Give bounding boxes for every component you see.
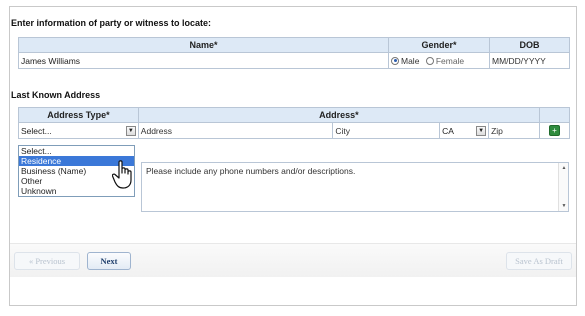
scroll-up-icon[interactable]: ▲ [559,163,569,173]
state-value: CA [442,125,454,136]
state-select[interactable]: CA ▼ [439,122,490,139]
textarea-scrollbar[interactable]: ▲ ▼ [558,163,568,211]
address-table: Address Type* Address* Select... ▼ Addre… [18,107,571,139]
address-type-value: Select... [21,125,52,136]
save-draft-button[interactable]: Save As Draft [506,252,572,270]
dob-field[interactable]: MM/DD/YYYY [489,52,570,69]
zip-field[interactable]: Zip [488,122,540,139]
address-type-select[interactable]: Select... ▼ [18,122,139,139]
gender-female-radio[interactable] [425,56,434,65]
address-type-header: Address Type* [18,107,139,123]
description-textarea[interactable]: Please include any phone numbers and/or … [141,162,569,212]
party-table: Name* Gender* DOB James Williams Male Fe… [18,37,570,69]
chevron-down-icon[interactable]: ▼ [125,125,136,136]
previous-button[interactable]: « Previous [14,252,80,270]
address-field[interactable]: Address [137,122,334,139]
gender-header: Gender* [388,37,490,53]
city-field[interactable]: City [332,122,441,139]
section-title: Enter information of party or witness to… [11,18,212,28]
gender-male-radio[interactable] [391,56,399,65]
add-address-cell: + [538,122,571,139]
name-field[interactable]: James Williams [18,52,389,69]
next-button[interactable]: Next [87,252,131,270]
last-known-address-title: Last Known Address [11,90,101,100]
name-header: Name* [18,37,389,53]
wizard-button-bar: « Previous Next Save As Draft [10,243,576,277]
address-header: Address* [137,107,540,123]
scroll-down-icon[interactable]: ▼ [559,201,569,211]
gender-radio-group: Male Female [388,52,490,69]
gender-male-label: Male [401,55,420,66]
dob-header: DOB [489,37,570,53]
dropdown-option-select[interactable]: Select... [19,146,134,156]
description-placeholder: Please include any phone numbers and/or … [146,166,356,176]
chevron-down-icon[interactable]: ▼ [476,125,487,136]
hand-pointer-icon [112,160,132,189]
plus-icon[interactable]: + [548,125,560,137]
add-column-header [538,107,571,123]
gender-female-label: Female [435,55,465,66]
